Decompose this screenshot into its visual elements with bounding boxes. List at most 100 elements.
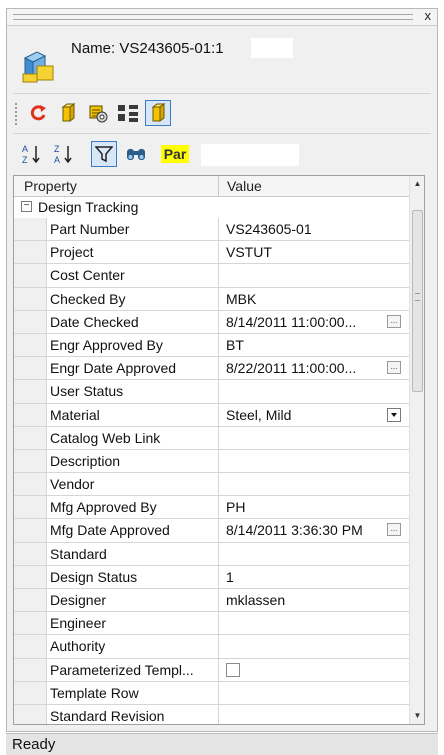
sort-ascending-button[interactable]: A Z: [19, 141, 45, 167]
toolbar-grip[interactable]: [15, 103, 20, 125]
property-row[interactable]: Part Number VS243605-01: [14, 218, 409, 242]
property-row[interactable]: Engr Date Approved 8/22/2011 11:00:00....…: [14, 357, 409, 381]
property-row[interactable]: Engr Approved By BT: [14, 333, 409, 358]
property-row[interactable]: Authority: [14, 635, 409, 659]
cell-divider: [218, 310, 219, 333]
property-name: Checked By: [50, 290, 126, 307]
column-header-value[interactable]: Value: [227, 178, 262, 194]
collapse-icon[interactable]: −: [21, 201, 32, 212]
par-label: Par: [160, 145, 190, 163]
property-value[interactable]: 1: [226, 569, 234, 585]
close-icon[interactable]: x: [425, 8, 432, 23]
property-row[interactable]: Project VSTUT: [14, 241, 409, 265]
property-row[interactable]: Material Steel, Mild: [14, 403, 409, 427]
property-row[interactable]: Standard Revision: [14, 704, 409, 724]
property-row[interactable]: Catalog Web Link: [14, 426, 409, 450]
property-row[interactable]: Mfg Date Approved 8/14/2011 3:36:30 PM...: [14, 519, 409, 543]
part-icon: [61, 103, 76, 122]
scroll-up-icon[interactable]: ▲: [410, 176, 424, 192]
document-button[interactable]: [145, 100, 171, 126]
vertical-scrollbar[interactable]: ▲ ▼: [409, 176, 424, 724]
filter-button[interactable]: [91, 141, 117, 167]
property-value[interactable]: mklassen: [226, 592, 285, 608]
ellipsis-button[interactable]: ...: [387, 523, 401, 537]
part-document-icon: [22, 51, 54, 83]
structure-button[interactable]: [115, 100, 141, 126]
gutter-line: [46, 496, 47, 519]
property-row[interactable]: Template Row: [14, 681, 409, 705]
property-row[interactable]: Date Checked 8/14/2011 11:00:00......: [14, 310, 409, 334]
refresh-button[interactable]: [25, 100, 51, 126]
category-design-tracking[interactable]: − Design Tracking: [14, 197, 409, 218]
cell-divider: [218, 635, 219, 658]
column-header-property[interactable]: Property: [24, 178, 77, 194]
property-row[interactable]: Parameterized Templ...: [14, 658, 409, 682]
gutter-line: [46, 449, 47, 473]
property-row[interactable]: Standard: [14, 542, 409, 566]
property-row[interactable]: Vendor: [14, 473, 409, 497]
cell-divider: [218, 565, 219, 588]
value-checkbox[interactable]: [226, 662, 240, 677]
property-name: Standard Revision: [50, 707, 165, 724]
property-grid: Property Value − Design Tracking Part Nu…: [13, 175, 425, 725]
cell-divider: [218, 519, 219, 542]
property-name: User Status: [50, 383, 124, 400]
dropdown-arrow-icon[interactable]: [387, 407, 401, 422]
drag-grip[interactable]: [13, 14, 413, 20]
property-value[interactable]: VSTUT: [226, 244, 272, 260]
property-value[interactable]: PH: [226, 499, 245, 515]
find-button[interactable]: [123, 141, 149, 167]
property-row[interactable]: Design Status 1: [14, 565, 409, 589]
property-value[interactable]: 8/14/2011 11:00:00...: [226, 314, 356, 330]
property-value[interactable]: 8/22/2011 11:00:00...: [226, 360, 356, 376]
property-name: Design Status: [50, 568, 138, 585]
property-value[interactable]: MBK: [226, 291, 256, 307]
property-row[interactable]: User Status: [14, 380, 409, 404]
property-row[interactable]: Checked By MBK: [14, 287, 409, 311]
ellipsis-button[interactable]: ...: [387, 314, 401, 328]
property-value[interactable]: VS243605-01: [226, 221, 312, 237]
cell-divider: [218, 658, 219, 681]
property-value[interactable]: 8/14/2011 3:36:30 PM: [226, 522, 363, 538]
assembly-button[interactable]: [85, 100, 111, 126]
ellipsis-button[interactable]: ...: [387, 361, 401, 375]
svg-text:Z: Z: [22, 155, 28, 165]
toolbar-grid: A Z Z A Par: [15, 140, 435, 170]
svg-text:A: A: [22, 144, 28, 154]
binoculars-icon: [127, 149, 145, 160]
property-row[interactable]: Engineer: [14, 612, 409, 636]
gutter-line: [46, 380, 47, 403]
cell-divider: [218, 218, 219, 241]
column-divider[interactable]: [218, 176, 219, 196]
property-row[interactable]: Designer mklassen: [14, 589, 409, 613]
scroll-down-icon[interactable]: ▼: [410, 708, 424, 724]
property-row[interactable]: Cost Center: [14, 264, 409, 288]
gutter-line: [46, 357, 47, 380]
gutter-line: [46, 310, 47, 333]
assembly-icon: [89, 105, 108, 123]
cell-divider: [218, 496, 219, 519]
property-row[interactable]: Description: [14, 449, 409, 474]
property-name: Material: [50, 406, 100, 423]
par-button[interactable]: Par: [155, 141, 195, 167]
toolbar-top: [15, 99, 205, 129]
property-name: Mfg Date Approved: [50, 522, 170, 539]
property-row[interactable]: Mfg Approved By PH: [14, 496, 409, 520]
gutter-line: [46, 658, 47, 681]
gutter-line: [46, 473, 47, 496]
status-text: Ready: [12, 736, 56, 753]
property-name: Date Checked: [50, 313, 139, 330]
property-name: Engr Approved By: [50, 336, 163, 353]
cell-divider: [218, 426, 219, 449]
cell-divider: [218, 542, 219, 565]
property-value[interactable]: Steel, Mild: [226, 407, 291, 423]
property-value[interactable]: BT: [226, 337, 244, 353]
property-name: Part Number: [50, 221, 130, 237]
scroll-thumb[interactable]: [412, 210, 423, 392]
name-area: Name: VS243605-01:1: [7, 26, 437, 94]
properties-panel: x Name: VS243605-01:1 A Z Z A Par Proper…: [6, 8, 438, 732]
sort-descending-button[interactable]: Z A: [51, 141, 77, 167]
part-button[interactable]: [55, 100, 81, 126]
property-name: Description: [50, 452, 121, 469]
panel-titlebar[interactable]: x: [7, 8, 437, 26]
